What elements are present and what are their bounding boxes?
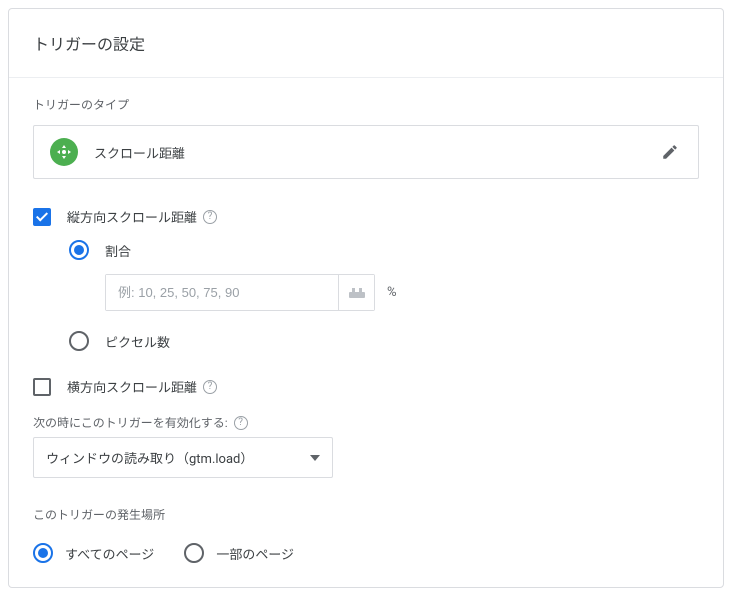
vertical-scroll-checkbox[interactable] bbox=[33, 208, 51, 226]
trigger-type-name: スクロール距離 bbox=[94, 143, 658, 162]
pixel-label: ピクセル数 bbox=[105, 332, 170, 351]
enable-timing-select[interactable]: ウィンドウの読み取り（gtm.load） bbox=[33, 437, 333, 478]
fires-on-all-option: すべてのページ bbox=[33, 543, 154, 563]
fires-on-all-radio[interactable] bbox=[33, 543, 53, 563]
pixel-radio[interactable] bbox=[69, 331, 89, 351]
help-icon[interactable]: ? bbox=[203, 380, 217, 394]
fires-on-group: すべてのページ 一部のページ bbox=[9, 543, 723, 587]
help-icon[interactable]: ? bbox=[234, 416, 248, 430]
ratio-label: 割合 bbox=[105, 241, 131, 260]
horizontal-scroll-checkbox[interactable] bbox=[33, 378, 51, 396]
trigger-type-label: トリガーのタイプ bbox=[33, 96, 699, 113]
edit-type-button[interactable] bbox=[658, 140, 682, 164]
fires-on-some-radio[interactable] bbox=[184, 543, 204, 563]
fires-on-some-option: 一部のページ bbox=[184, 543, 294, 563]
vertical-scroll-row: 縦方向スクロール距離 ? bbox=[33, 207, 699, 226]
trigger-config-card: トリガーの設定 トリガーのタイプ スクロール距離 bbox=[8, 8, 724, 588]
ratio-radio[interactable] bbox=[69, 240, 89, 260]
ratio-suffix: % bbox=[387, 285, 397, 300]
fires-on-all-label: すべてのページ bbox=[65, 544, 154, 563]
ratio-input[interactable] bbox=[106, 275, 338, 310]
ratio-option-row: 割合 bbox=[69, 240, 699, 260]
ratio-input-wrap bbox=[105, 274, 375, 311]
scroll-icon bbox=[50, 138, 78, 166]
card-title: トリガーの設定 bbox=[9, 9, 723, 77]
vertical-scroll-label: 縦方向スクロール距離 bbox=[67, 207, 197, 226]
variable-picker-button[interactable] bbox=[338, 275, 374, 310]
enable-timing-value: ウィンドウの読み取り（gtm.load） bbox=[46, 448, 253, 467]
fires-on-label: このトリガーの発生場所 bbox=[33, 506, 699, 523]
pencil-icon bbox=[661, 143, 679, 161]
vertical-measure-group: 割合 % ピクセル数 bbox=[69, 240, 699, 351]
horizontal-scroll-label: 横方向スクロール距離 bbox=[67, 377, 197, 396]
pixel-option-row: ピクセル数 bbox=[69, 331, 699, 351]
enable-timing-label-row: 次の時にこのトリガーを有効化する: ? bbox=[33, 414, 699, 431]
ratio-input-row: % bbox=[105, 274, 699, 311]
fires-on-some-label: 一部のページ bbox=[216, 544, 294, 563]
enable-timing-label: 次の時にこのトリガーを有効化する: bbox=[33, 414, 228, 431]
help-icon[interactable]: ? bbox=[203, 210, 217, 224]
horizontal-scroll-row: 横方向スクロール距離 ? bbox=[33, 377, 699, 396]
section-body: トリガーのタイプ スクロール距離 縦方向スクロール距離 ? bbox=[9, 78, 723, 543]
brick-icon bbox=[349, 288, 365, 298]
chevron-down-icon bbox=[310, 450, 320, 465]
trigger-type-row[interactable]: スクロール距離 bbox=[33, 125, 699, 179]
